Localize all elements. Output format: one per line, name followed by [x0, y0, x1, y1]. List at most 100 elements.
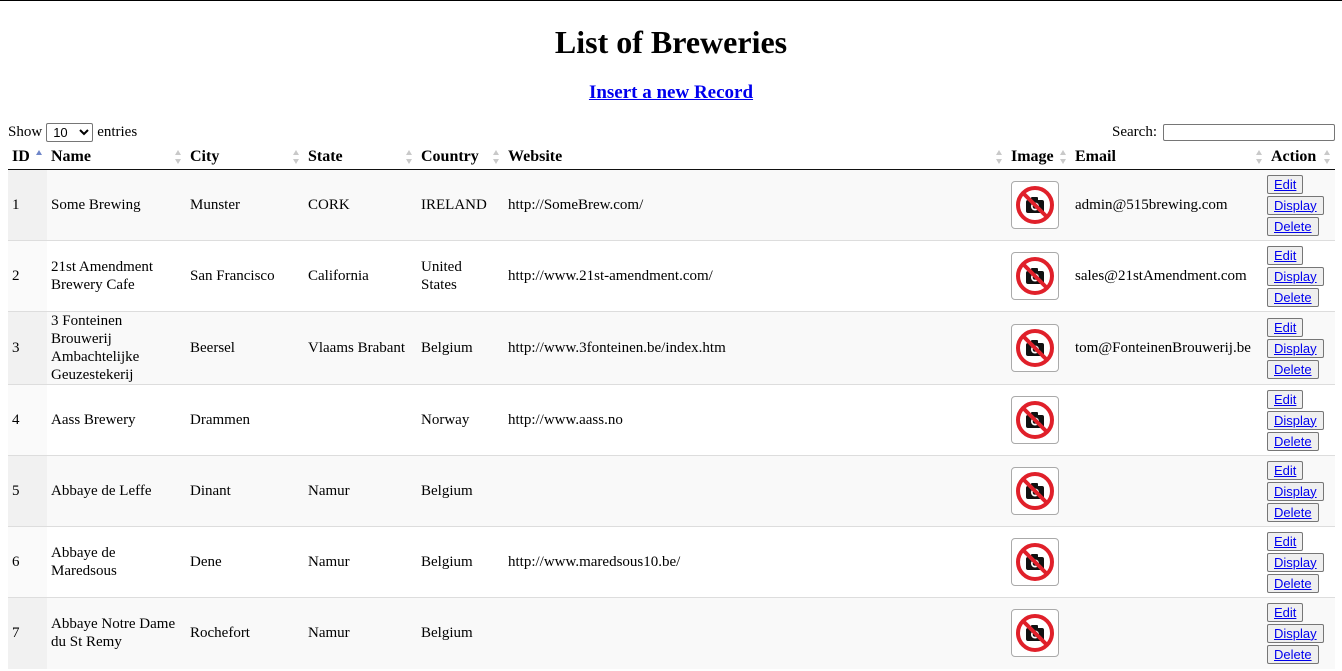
- cell-city: Munster: [186, 169, 304, 241]
- edit-button[interactable]: Edit: [1267, 317, 1304, 337]
- cell-city: Rochefort: [186, 597, 304, 669]
- cell-id: 5: [8, 455, 47, 527]
- cell-image: [1007, 526, 1071, 598]
- cell-name: Aass Brewery: [47, 384, 186, 456]
- cell-image: [1007, 240, 1071, 312]
- column-header-email[interactable]: Email: [1071, 145, 1267, 170]
- cell-country: IRELAND: [417, 169, 504, 241]
- display-button[interactable]: Display: [1267, 623, 1324, 643]
- sort-icon: [1324, 150, 1331, 164]
- delete-button[interactable]: Delete: [1267, 431, 1319, 451]
- no-photo-icon: [1011, 324, 1059, 372]
- no-photo-icon: [1011, 609, 1059, 658]
- cell-website: http://SomeBrew.com/: [504, 169, 1007, 241]
- page-length-select[interactable]: 10: [46, 122, 94, 142]
- column-header-id[interactable]: ID: [8, 145, 47, 170]
- page-title: List of Breweries: [554, 24, 788, 60]
- cell-action: Edit Display Delete: [1267, 455, 1335, 527]
- edit-button[interactable]: Edit: [1267, 245, 1304, 265]
- display-button[interactable]: Display: [1267, 195, 1324, 215]
- display-button[interactable]: Display: [1267, 481, 1324, 501]
- cell-name: Abbaye Notre Dame du St Remy: [47, 597, 186, 669]
- display-button[interactable]: Display: [1267, 338, 1324, 358]
- cell-action: Edit Display Delete: [1267, 597, 1335, 669]
- table-row: 2 21st Amendment Brewery Cafe San Franci…: [8, 240, 1335, 312]
- sort-icon: [36, 150, 43, 164]
- table-header-row: ID Name City State Country Website Image…: [8, 145, 1335, 170]
- sort-icon: [406, 150, 413, 164]
- insert-record-link[interactable]: Insert a new Record: [589, 82, 753, 103]
- cell-action: Edit Display Delete: [1267, 311, 1335, 385]
- cell-name: Some Brewing: [47, 169, 186, 241]
- cell-id: 3: [8, 311, 47, 385]
- column-header-name[interactable]: Name: [47, 145, 186, 170]
- table-row: 6 Abbaye de Maredsous Dene Namur Belgium…: [8, 526, 1335, 598]
- cell-state: Namur: [304, 526, 417, 598]
- column-header-image[interactable]: Image: [1007, 145, 1071, 170]
- cell-image: [1007, 455, 1071, 527]
- cell-email: admin@515brewing.com: [1071, 169, 1267, 241]
- cell-name: 21st Amendment Brewery Cafe: [47, 240, 186, 312]
- column-header-website[interactable]: Website: [504, 145, 1007, 170]
- table-row: 1 Some Brewing Munster CORK IRELAND http…: [8, 169, 1335, 241]
- cell-website: [504, 455, 1007, 527]
- insert-record-container: Insert a new Record: [0, 81, 1342, 105]
- cell-state: California: [304, 240, 417, 312]
- column-header-city[interactable]: City: [186, 145, 304, 170]
- cell-city: Dene: [186, 526, 304, 598]
- cell-email: [1071, 455, 1267, 527]
- delete-button[interactable]: Delete: [1267, 644, 1319, 664]
- cell-state: Vlaams Brabant: [304, 311, 417, 385]
- display-button[interactable]: Display: [1267, 410, 1324, 430]
- sort-icon: [1256, 150, 1263, 164]
- cell-action: Edit Display Delete: [1267, 169, 1335, 241]
- cell-image: [1007, 384, 1071, 456]
- edit-button[interactable]: Edit: [1267, 389, 1304, 409]
- cell-website: [504, 597, 1007, 669]
- sort-icon: [293, 150, 300, 164]
- table-row: 5 Abbaye de Leffe Dinant Namur Belgium E…: [8, 455, 1335, 527]
- delete-button[interactable]: Delete: [1267, 359, 1319, 379]
- cell-email: tom@FonteinenBrouwerij.be: [1071, 311, 1267, 385]
- page-length-control: Show 10 entries: [8, 122, 137, 142]
- delete-button[interactable]: Delete: [1267, 573, 1319, 593]
- cell-website: http://www.aass.no: [504, 384, 1007, 456]
- cell-city: Dinant: [186, 455, 304, 527]
- display-button[interactable]: Display: [1267, 552, 1324, 572]
- cell-id: 6: [8, 526, 47, 598]
- edit-button[interactable]: Edit: [1267, 460, 1304, 480]
- edit-button[interactable]: Edit: [1267, 531, 1304, 551]
- cell-city: Drammen: [186, 384, 304, 456]
- cell-action: Edit Display Delete: [1267, 240, 1335, 312]
- cell-id: 1: [8, 169, 47, 241]
- no-photo-icon: [1011, 181, 1059, 229]
- cell-name: Abbaye de Maredsous: [47, 526, 186, 598]
- search-input[interactable]: [1163, 123, 1335, 141]
- show-label: Show: [8, 124, 43, 140]
- cell-state: Namur: [304, 597, 417, 669]
- cell-country: Belgium: [417, 597, 504, 669]
- cell-state: CORK: [304, 169, 417, 241]
- cell-action: Edit Display Delete: [1267, 384, 1335, 456]
- search-label: Search:: [1112, 124, 1157, 140]
- display-button[interactable]: Display: [1267, 266, 1324, 286]
- column-header-state[interactable]: State: [304, 145, 417, 170]
- cell-image: [1007, 597, 1071, 669]
- cell-email: [1071, 384, 1267, 456]
- cell-id: 2: [8, 240, 47, 312]
- sort-icon: [996, 150, 1003, 164]
- delete-button[interactable]: Delete: [1267, 502, 1319, 522]
- column-header-action[interactable]: Action: [1267, 145, 1335, 170]
- cell-country: Belgium: [417, 455, 504, 527]
- delete-button[interactable]: Delete: [1267, 216, 1319, 236]
- no-photo-icon: [1011, 252, 1059, 300]
- no-photo-icon: [1011, 538, 1059, 586]
- table-row: 3 3 Fonteinen Brouwerij Ambachtelijke Ge…: [8, 311, 1335, 385]
- cell-website: http://www.21st-amendment.com/: [504, 240, 1007, 312]
- sort-icon: [175, 150, 182, 164]
- edit-button[interactable]: Edit: [1267, 174, 1304, 194]
- edit-button[interactable]: Edit: [1267, 602, 1304, 622]
- column-header-country[interactable]: Country: [417, 145, 504, 170]
- cell-email: sales@21stAmendment.com: [1071, 240, 1267, 312]
- delete-button[interactable]: Delete: [1267, 287, 1319, 307]
